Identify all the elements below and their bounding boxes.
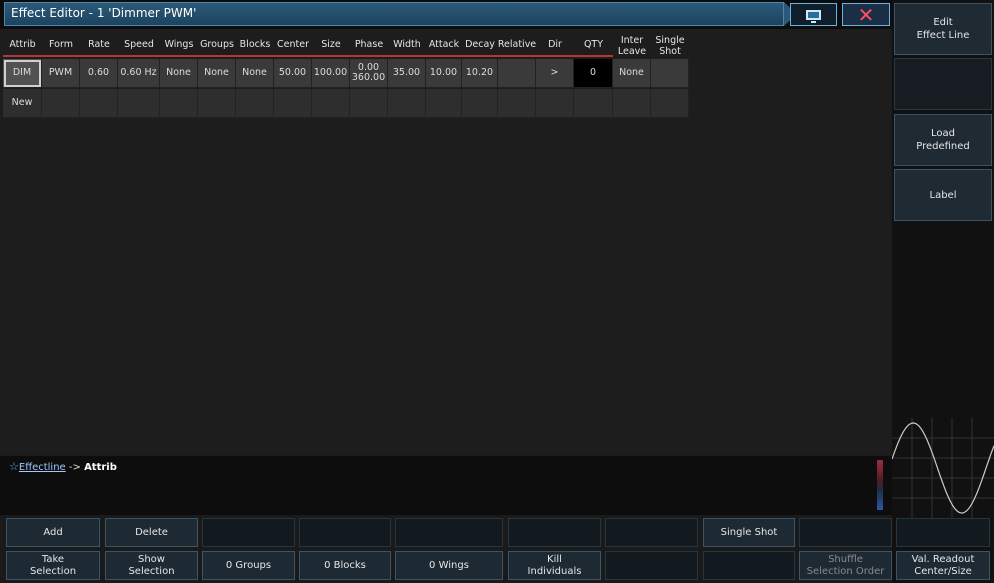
table-row[interactable]: DIM PWM 0.60 0.60 Hz None None None 50.00 100.00… — [3, 59, 689, 88]
groups-button[interactable]: 0 Groups — [202, 551, 295, 580]
empty-button[interactable] — [202, 518, 295, 547]
empty-button[interactable] — [896, 518, 990, 547]
column-header[interactable]: Wings — [160, 34, 198, 57]
column-header[interactable]: Center — [274, 34, 312, 57]
table-cell[interactable]: 0.00 360.00 — [350, 59, 388, 88]
close-icon: ✕ — [857, 2, 875, 27]
table-cell[interactable]: 10.20 — [462, 59, 498, 88]
table-cell[interactable]: 50.00 — [274, 59, 312, 88]
table-cell[interactable]: 0.60 — [80, 59, 118, 88]
table-cell[interactable] — [498, 59, 536, 88]
command-current: Attrib — [84, 462, 117, 473]
table-cell[interactable]: 35.00 — [388, 59, 426, 88]
table-cell[interactable] — [613, 89, 651, 118]
column-header[interactable]: Phase — [350, 34, 388, 57]
waveform-preview — [891, 418, 994, 518]
table-cell[interactable] — [160, 89, 198, 118]
table-cell[interactable]: None — [613, 59, 651, 88]
empty-button[interactable] — [299, 518, 391, 547]
empty-button[interactable] — [395, 518, 503, 547]
table-cell[interactable] — [536, 89, 574, 118]
table-cell[interactable] — [312, 89, 350, 118]
single-shot-button[interactable]: Single Shot — [703, 518, 795, 547]
effectline-link[interactable]: Effectline — [19, 462, 66, 473]
level-meter — [877, 460, 883, 510]
table-cell[interactable] — [651, 59, 689, 88]
table-cell[interactable]: 0.60 Hz — [118, 59, 160, 88]
table-row[interactable]: New — [3, 89, 689, 118]
column-header[interactable]: Relative — [498, 34, 536, 57]
column-header[interactable]: Form — [42, 34, 80, 57]
table-cell[interactable]: New — [3, 89, 42, 118]
table-cell[interactable]: None — [198, 59, 236, 88]
table-cell[interactable] — [198, 89, 236, 118]
table-cell[interactable]: 0 — [574, 59, 613, 88]
table-cell[interactable]: PWM — [42, 59, 80, 88]
star-icon: ☆ — [9, 460, 19, 473]
val-readout-button[interactable]: Val. Readout Center/Size — [896, 551, 990, 580]
column-header[interactable]: Attrib — [3, 34, 42, 57]
column-header[interactable]: Inter Leave — [613, 34, 651, 57]
empty-button[interactable] — [799, 518, 892, 547]
table-cell[interactable] — [118, 89, 160, 118]
table-cell[interactable] — [651, 89, 689, 118]
table-cell[interactable] — [42, 89, 80, 118]
empty-button[interactable] — [508, 518, 601, 547]
column-header[interactable]: Groups — [198, 34, 236, 57]
empty-button[interactable] — [703, 551, 795, 580]
table-cell[interactable]: > — [536, 59, 574, 88]
effect-sheet: Attrib Form Rate Speed Wings Groups Blocks Cent… — [0, 29, 892, 455]
edit-effect-line-button[interactable]: Edit Effect Line — [894, 3, 992, 55]
column-header[interactable]: QTY — [574, 34, 613, 57]
monitor-icon — [806, 9, 821, 23]
column-header[interactable]: Single Shot — [651, 34, 689, 57]
column-header[interactable]: Dir — [536, 34, 574, 57]
command-arrow: -> — [65, 462, 85, 473]
empty-button[interactable] — [605, 551, 698, 580]
window-mode-button[interactable] — [790, 3, 837, 26]
table-cell[interactable]: None — [236, 59, 274, 88]
delete-button[interactable]: Delete — [105, 518, 198, 547]
window-title-tab[interactable]: Effect Editor - 1 'Dimmer PWM' — [4, 2, 797, 26]
table-cell[interactable] — [462, 89, 498, 118]
command-line[interactable]: ☆Effectline -> Attrib — [0, 456, 892, 515]
column-header[interactable]: Speed — [118, 34, 160, 57]
blocks-button[interactable]: 0 Blocks — [299, 551, 391, 580]
table-cell[interactable] — [236, 89, 274, 118]
table-cell[interactable] — [574, 89, 613, 118]
table-cell[interactable] — [350, 89, 388, 118]
show-selection-button[interactable]: Show Selection — [105, 551, 198, 580]
sine-wave-graphic — [891, 418, 994, 518]
table-cell[interactable]: DIM — [3, 59, 42, 88]
table-cell[interactable] — [274, 89, 312, 118]
table-cell[interactable]: 100.00 — [312, 59, 350, 88]
column-header[interactable]: Attack — [426, 34, 462, 57]
table-cell[interactable] — [388, 89, 426, 118]
close-button[interactable]: ✕ — [842, 3, 890, 26]
take-selection-button[interactable]: Take Selection — [6, 551, 100, 580]
empty-right-button[interactable] — [894, 58, 992, 110]
column-header[interactable]: Blocks — [236, 34, 274, 57]
title-bar: Effect Editor - 1 'Dimmer PWM' ✕ — [0, 0, 892, 29]
table-cell[interactable] — [80, 89, 118, 118]
table-cell[interactable]: 10.00 — [426, 59, 462, 88]
column-header[interactable]: Width — [388, 34, 426, 57]
load-predefined-button[interactable]: Load Predefined — [894, 114, 992, 166]
shuffle-selection-order-button[interactable]: Shuffle Selection Order — [799, 551, 892, 580]
wings-button[interactable]: 0 Wings — [395, 551, 503, 580]
column-header[interactable]: Rate — [80, 34, 118, 57]
column-header-row: Attrib Form Rate Speed Wings Groups Blocks Cent… — [3, 34, 689, 57]
empty-button[interactable] — [605, 518, 698, 547]
command-line-text: ☆Effectline -> Attrib — [9, 460, 117, 473]
table-cell[interactable] — [498, 89, 536, 118]
add-button[interactable]: Add — [6, 518, 100, 547]
column-header[interactable]: Size — [312, 34, 350, 57]
window-title: Effect Editor - 1 'Dimmer PWM' — [11, 6, 197, 20]
table-cell[interactable]: None — [160, 59, 198, 88]
kill-individuals-button[interactable]: Kill Individuals — [508, 551, 601, 580]
table-cell[interactable] — [426, 89, 462, 118]
label-button[interactable]: Label — [894, 169, 992, 221]
column-header[interactable]: Decay — [462, 34, 498, 57]
